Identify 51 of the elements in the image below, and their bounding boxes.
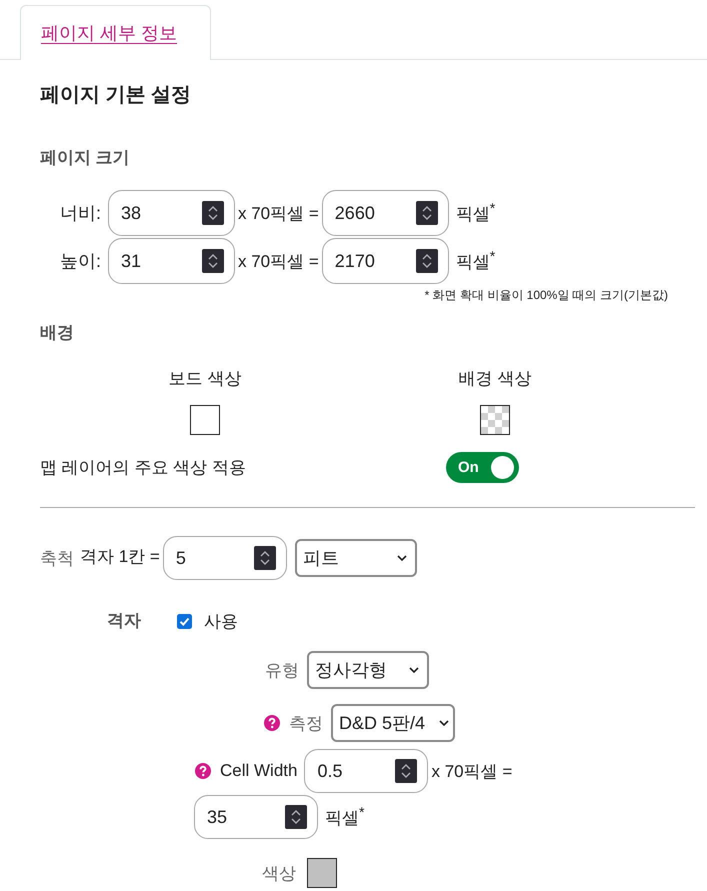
swatch-label: 배경 색상: [458, 368, 532, 390]
unit-select[interactable]: 피트: [294, 539, 417, 577]
multiplier-text: x 70픽셀 =: [238, 202, 319, 224]
tab[interactable]: 페이지 세부 정보: [20, 5, 211, 60]
subsection-heading: 배경: [40, 322, 75, 344]
unit-text: 픽셀$^{*}$: [325, 804, 365, 830]
number-input[interactable]: 31: [108, 238, 235, 284]
checkerboard-swatch-icon[interactable]: [480, 405, 510, 435]
footnote-text: * 화면 확대 비율이 100%일 때의 크기(기본값): [424, 287, 669, 303]
number-input[interactable]: 5: [162, 536, 287, 580]
swatch-label: 보드 색상: [168, 368, 242, 390]
color-swatch-icon[interactable]: [190, 405, 220, 435]
grid-type-select[interactable]: 정사각형: [307, 651, 429, 689]
toggle-switch[interactable]: On: [446, 452, 519, 483]
up-down-arrows-icon[interactable]: [202, 201, 224, 225]
field-label: 축척: [40, 548, 74, 570]
number-input[interactable]: 2660: [322, 190, 449, 236]
number-input[interactable]: 0.5: [304, 749, 428, 793]
subsection-heading: 격자: [107, 610, 142, 632]
multiplier-text: x 70픽셀 =: [238, 250, 319, 272]
section-heading: 페이지 기본 설정: [40, 83, 192, 108]
field-label: 유형: [265, 660, 299, 682]
number-input[interactable]: 35: [194, 795, 318, 839]
help-icon[interactable]: [195, 763, 211, 779]
help-icon[interactable]: [264, 715, 280, 731]
measurement-select[interactable]: D&D 5판/4: [331, 704, 455, 742]
unit-text: 픽셀$^{*}$: [456, 200, 496, 226]
up-down-arrows-icon[interactable]: [285, 805, 307, 829]
up-down-arrows-icon[interactable]: [395, 759, 418, 783]
field-label: 격자 1칸 =: [80, 546, 160, 568]
field-label: 높이:: [60, 250, 102, 273]
up-down-arrows-icon[interactable]: [254, 546, 276, 570]
up-down-arrows-icon[interactable]: [202, 249, 224, 273]
field-label: 너비:: [60, 202, 102, 225]
color-swatch-icon[interactable]: [307, 858, 337, 888]
multiplier-text: x 70픽셀 =: [431, 760, 512, 782]
unit-text: 픽셀$^{*}$: [456, 248, 496, 274]
checkbox[interactable]: [177, 614, 192, 628]
field-label: Cell Width: [220, 761, 298, 781]
subsection-heading: 페이지 크기: [40, 147, 131, 169]
field-label: 측정: [289, 712, 323, 734]
up-down-arrows-icon[interactable]: [416, 249, 438, 273]
number-input[interactable]: 2170: [322, 238, 449, 284]
number-input[interactable]: 38: [108, 190, 235, 236]
chevron-down-icon: [409, 667, 419, 673]
toggle-label: 맵 레이어의 주요 색상 적용: [40, 457, 247, 479]
field-label: 색상: [262, 862, 296, 884]
chevron-down-icon: [396, 555, 407, 561]
chevron-down-icon: [439, 720, 449, 726]
up-down-arrows-icon[interactable]: [416, 201, 438, 225]
checkbox-label: 사용: [204, 610, 238, 632]
